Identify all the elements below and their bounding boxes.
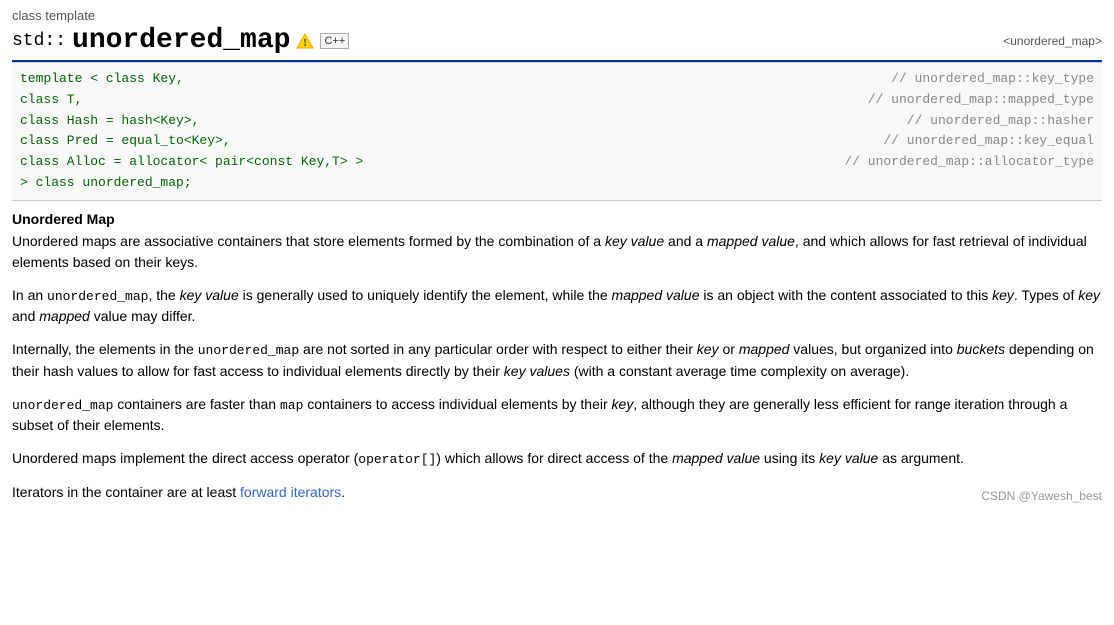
paragraph-6: Iterators in the container are at least … — [12, 482, 345, 503]
italic-key-3: key — [697, 341, 719, 357]
paragraph-4: unordered_map containers are faster than… — [12, 394, 1102, 437]
warning-icon: ! — [296, 33, 314, 49]
paragraph-5: Unordered maps implement the direct acce… — [12, 448, 1102, 470]
italic-key-value-5: key value — [819, 450, 878, 466]
cpp-badge: C++ — [320, 33, 349, 49]
code-right-4: // unordered_map::key_equal — [863, 131, 1094, 152]
code-left-2: class T, — [20, 90, 82, 111]
italic-key-2: key — [1078, 287, 1100, 303]
class-name-heading: unordered_map — [72, 25, 290, 56]
code-right-1: // unordered_map::key_type — [871, 69, 1094, 90]
code-line-1: template < class Key, // unordered_map::… — [20, 69, 1094, 90]
italic-mapped-value-1: mapped value — [707, 233, 795, 249]
italic-key-value-1: key value — [605, 233, 664, 249]
class-label: class template — [12, 8, 1102, 23]
italic-key-4: key — [612, 396, 634, 412]
code-right-2: // unordered_map::mapped_type — [848, 90, 1094, 111]
std-prefix: std:: — [12, 31, 66, 51]
italic-buckets: buckets — [957, 341, 1005, 357]
code-line-5: class Alloc = allocator< pair<const Key,… — [20, 152, 1094, 173]
paragraph-2: In an unordered_map, the key value is ge… — [12, 285, 1102, 328]
forward-iterators-link[interactable]: forward iterators — [240, 484, 341, 500]
code-left-5: class Alloc = allocator< pair<const Key,… — [20, 152, 363, 173]
code-line-2: class T, // unordered_map::mapped_type — [20, 90, 1094, 111]
footer-credit: CSDN @Yawesh_best — [981, 489, 1102, 503]
code-line-4: class Pred = equal_to<Key>, // unordered… — [20, 131, 1094, 152]
paragraph-1: Unordered maps are associative container… — [12, 231, 1102, 273]
code-left-3: class Hash = hash<Key>, — [20, 111, 199, 132]
code-left-6: > class unordered_map; — [20, 173, 192, 194]
italic-mapped-2: mapped — [39, 308, 90, 324]
code-line-3: class Hash = hash<Key>, // unordered_map… — [20, 111, 1094, 132]
paragraph-3: Internally, the elements in the unordere… — [12, 339, 1102, 382]
title-left: std::unordered_map ! C++ — [12, 25, 349, 56]
bottom-footer: Iterators in the container are at least … — [12, 482, 1102, 503]
italic-mapped-3: mapped — [739, 341, 790, 357]
title-row: std::unordered_map ! C++ <unordered_map> — [12, 25, 1102, 62]
italic-key-value-2: key value — [180, 287, 239, 303]
code-line-6: > class unordered_map; — [20, 173, 1094, 194]
italic-key-values: key values — [504, 363, 570, 379]
code-right-5: // unordered_map::allocator_type — [824, 152, 1094, 173]
code-left-4: class Pred = equal_to<Key>, — [20, 131, 231, 152]
italic-mapped-value-5: mapped value — [672, 450, 760, 466]
inline-code-unordered-map-3: unordered_map — [12, 398, 113, 413]
svg-text:!: ! — [304, 38, 307, 49]
section-title: Unordered Map — [12, 211, 1102, 227]
top-right-link: <unordered_map> — [1003, 34, 1102, 48]
inline-code-unordered-map-2: unordered_map — [198, 343, 299, 358]
code-right-3: // unordered_map::hasher — [887, 111, 1094, 132]
italic-mapped-value-2: mapped value — [612, 287, 700, 303]
italic-key-1: key — [992, 287, 1014, 303]
inline-code-operator: operator[] — [358, 452, 436, 467]
code-right-6 — [1074, 173, 1094, 194]
code-block: template < class Key, // unordered_map::… — [12, 62, 1102, 201]
code-left-1: template < class Key, — [20, 69, 184, 90]
inline-code-map: map — [280, 398, 303, 413]
inline-code-unordered-map-1: unordered_map — [47, 289, 148, 304]
